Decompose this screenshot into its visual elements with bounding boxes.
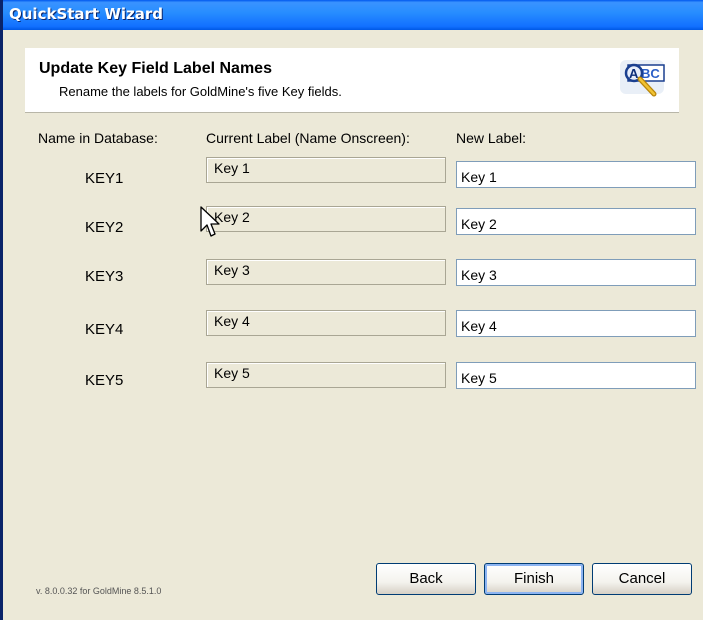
row-5-db-name: KEY5	[85, 372, 124, 389]
row-4-new-label-input[interactable]	[456, 310, 696, 337]
header-panel: Update Key Field Label Names Rename the …	[25, 48, 679, 113]
version-label: v. 8.0.0.32 for GoldMine 8.5.1.0	[36, 586, 162, 596]
row-3-new-label-input[interactable]	[456, 259, 696, 286]
title-bar[interactable]: QuickStart Wizard	[3, 0, 703, 30]
row-2-db-name: KEY2	[85, 219, 124, 236]
row-2-new-label-input[interactable]	[456, 208, 696, 235]
row-4-db-name: KEY4	[85, 321, 124, 338]
row-1-current-label: Key 1	[206, 157, 446, 183]
row-3-current-label: Key 3	[206, 259, 446, 285]
svg-text:BC: BC	[641, 66, 660, 81]
column-header-new-label: New Label:	[456, 130, 527, 146]
row-1-db-name: KEY1	[85, 170, 124, 187]
svg-text:A: A	[629, 66, 639, 81]
row-3-db-name: KEY3	[85, 268, 124, 285]
column-header-name-in-database: Name in Database:	[38, 130, 158, 146]
quickstart-wizard-window: QuickStart Wizard Update Key Field Label…	[0, 0, 703, 620]
window-title: QuickStart Wizard	[9, 5, 163, 23]
row-1-new-label-input[interactable]	[456, 161, 696, 188]
row-5-current-label: Key 5	[206, 362, 446, 388]
row-2-current-label: Key 2	[206, 206, 446, 232]
abc-rename-icon: BC A	[620, 60, 665, 97]
column-header-current-label: Current Label (Name Onscreen):	[206, 130, 410, 146]
finish-button[interactable]: Finish	[484, 563, 584, 595]
page-subtitle: Rename the labels for GoldMine's five Ke…	[59, 84, 342, 99]
back-button[interactable]: Back	[376, 563, 476, 595]
row-4-current-label: Key 4	[206, 310, 446, 336]
mouse-pointer-icon	[200, 206, 220, 237]
row-5-new-label-input[interactable]	[456, 362, 696, 389]
cancel-button[interactable]: Cancel	[592, 563, 692, 595]
page-title: Update Key Field Label Names	[39, 60, 272, 77]
